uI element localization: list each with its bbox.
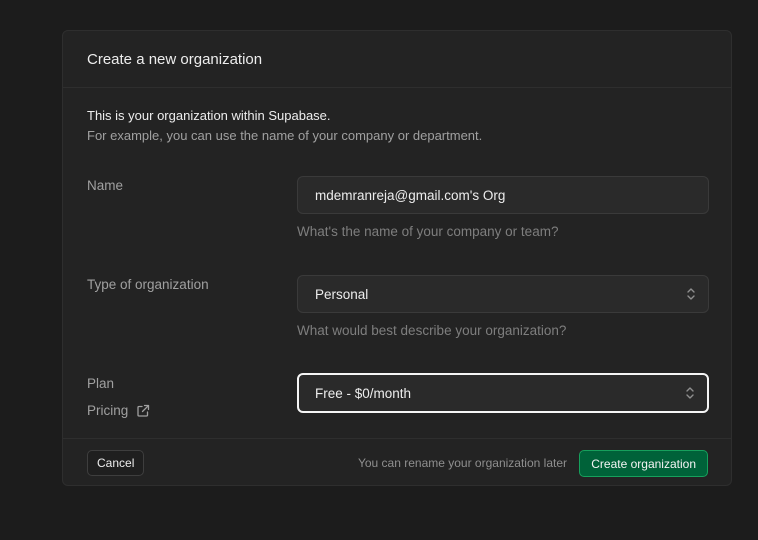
- create-organization-button[interactable]: Create organization: [579, 450, 708, 477]
- chevrons-up-down-icon: [686, 387, 694, 399]
- name-hint: What's the name of your company or team?: [297, 224, 559, 239]
- plan-select[interactable]: Free - $0/month: [297, 373, 709, 413]
- cancel-button[interactable]: Cancel: [87, 450, 145, 476]
- dialog-header: Create a new organization: [63, 31, 731, 88]
- type-label: Type of organization: [87, 277, 209, 292]
- intro-line-1: This is your organization within Supabas…: [87, 108, 331, 123]
- rename-note: You can rename your organization later: [357, 456, 567, 470]
- type-select-value: Personal: [315, 286, 369, 302]
- create-organization-dialog: Create a new organization This is your o…: [62, 30, 732, 486]
- plan-select-value: Free - $0/month: [315, 385, 412, 401]
- chevrons-up-down-icon: [687, 288, 695, 300]
- pricing-link-label: Pricing: [87, 403, 129, 418]
- plan-label: Plan: [87, 376, 115, 391]
- name-input-value: mdemranreja@gmail.com's Org: [315, 187, 506, 203]
- type-select[interactable]: Personal: [297, 275, 709, 313]
- intro-line-2: For example, you can use the name of you…: [87, 128, 483, 143]
- pricing-link[interactable]: Pricing: [87, 403, 150, 418]
- dialog-footer: Cancel You can rename your organization …: [63, 438, 731, 486]
- dialog-title: Create a new organization: [87, 50, 263, 68]
- name-input[interactable]: mdemranreja@gmail.com's Org: [297, 176, 709, 214]
- external-link-icon: [137, 404, 150, 417]
- name-label: Name: [87, 178, 124, 193]
- type-hint: What would best describe your organizati…: [297, 323, 567, 338]
- dialog-intro: This is your organization within Supabas…: [87, 106, 482, 146]
